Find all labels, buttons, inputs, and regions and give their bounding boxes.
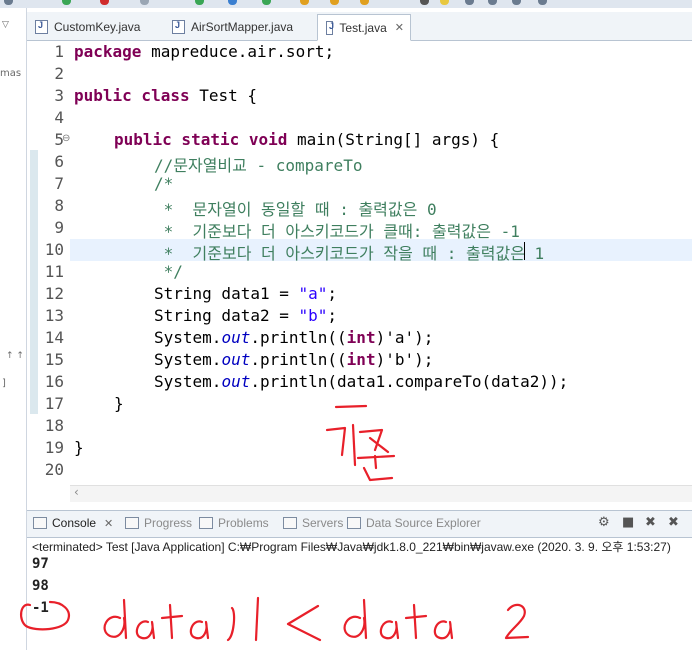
annotation-circle — [20, 600, 70, 631]
annotation-handwriting-1 — [325, 423, 396, 482]
annotation-handwriting-2 — [103, 596, 530, 642]
handwritten-annotations — [20, 404, 530, 642]
annotation-underline — [334, 404, 368, 409]
